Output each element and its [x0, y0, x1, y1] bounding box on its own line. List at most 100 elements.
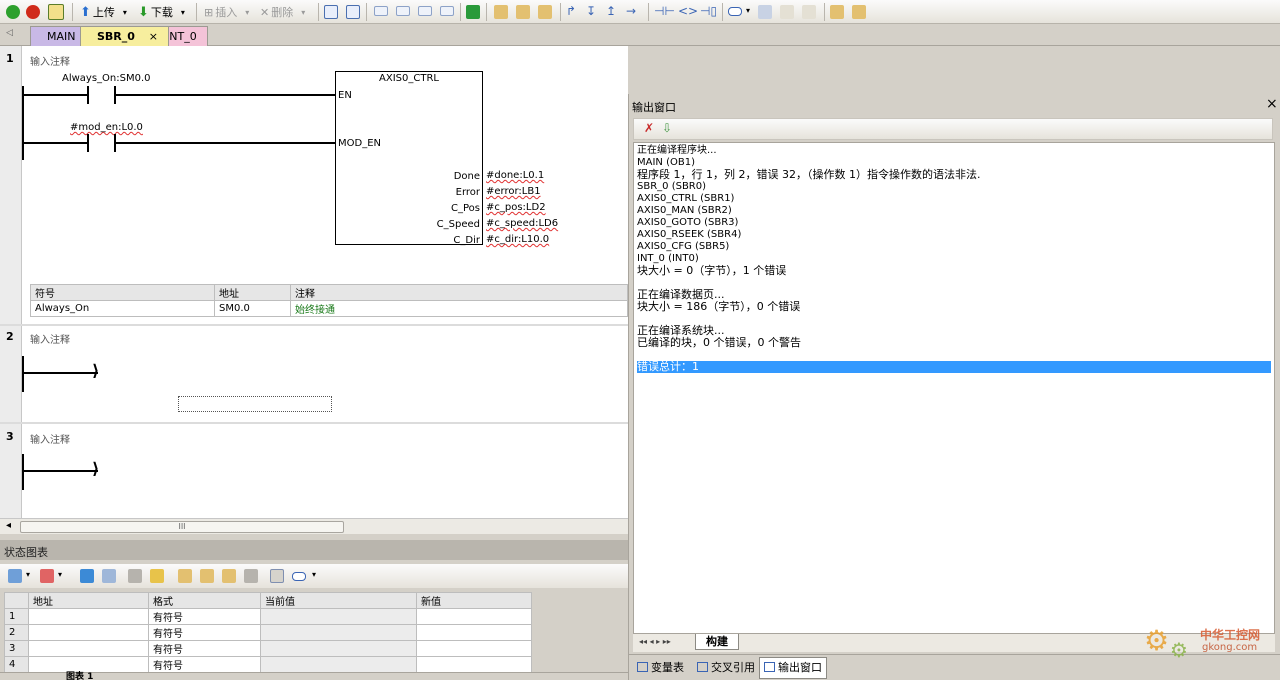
- upload-button[interactable]: ⬆ 上传 ▾: [80, 4, 127, 20]
- force-icon[interactable]: [538, 5, 552, 19]
- chevron-down-icon[interactable]: ▾: [26, 570, 30, 579]
- write-pencil-icon[interactable]: [150, 569, 164, 583]
- unforce-icon[interactable]: [200, 569, 214, 583]
- download-arrow-icon: ⬇: [138, 4, 149, 20]
- tab-build[interactable]: 构建: [695, 634, 739, 650]
- chevron-down-icon[interactable]: ▾: [245, 8, 249, 17]
- network-comment[interactable]: 输入注释: [30, 53, 70, 68]
- output-operand[interactable]: #c_dir:L10.0: [486, 234, 549, 245]
- contact-operand[interactable]: #mod_en:L0.0: [70, 122, 143, 133]
- bookmark-prev-icon[interactable]: [418, 6, 432, 16]
- display-format-icon[interactable]: [292, 572, 306, 581]
- coil-icon[interactable]: <>: [678, 4, 698, 18]
- comment-header: 注释: [290, 284, 628, 301]
- network-comment[interactable]: 输入注释: [30, 331, 70, 346]
- tab-sbr-0[interactable]: SBR_0 ×: [80, 26, 169, 46]
- unlock-icon[interactable]: [516, 5, 530, 19]
- tab-chart-1[interactable]: 图表 1: [66, 672, 93, 680]
- status-chart-bottom-tabs: 图表 1: [0, 672, 628, 680]
- tab-output-window[interactable]: 输出窗口: [759, 657, 827, 679]
- line-right-icon[interactable]: →: [626, 4, 636, 18]
- insert-button[interactable]: ⊞ 插入 ▾: [204, 4, 249, 20]
- output-operand[interactable]: #c_pos:LD2: [486, 202, 546, 213]
- tab-nav-arrows-icon[interactable]: ◂◂ ◂ ▸ ▸▸: [639, 637, 671, 646]
- contact-icon[interactable]: ⊣⊢: [654, 4, 675, 18]
- empty-rung-end-icon: ⟩: [92, 361, 100, 380]
- trend-icon[interactable]: [128, 569, 142, 583]
- unforce-all-icon[interactable]: [222, 569, 236, 583]
- stop-icon[interactable]: [26, 5, 40, 19]
- close-icon[interactable]: ×: [1266, 96, 1278, 112]
- compile-icon[interactable]: [48, 4, 64, 20]
- output-text-area[interactable]: 正在编译程序块... MAIN (OB1) 程序段 1，行 1，列 2，错误 3…: [633, 142, 1275, 634]
- chevron-down-icon[interactable]: ▾: [746, 6, 750, 15]
- selected-line[interactable]: 错误总计：1: [637, 361, 1271, 373]
- download-button[interactable]: ⬇ 下载 ▾: [138, 4, 185, 20]
- function-block[interactable]: AXIS0_CTRL EN MOD_EN Done Error C_Pos C_…: [335, 71, 483, 246]
- new-value-header: 新值: [416, 592, 532, 609]
- edit-symbol-icon[interactable]: [780, 5, 794, 19]
- read-forced-icon[interactable]: [244, 569, 258, 583]
- add-row-icon[interactable]: [8, 569, 22, 583]
- pin-c-pos: C_Pos: [451, 203, 480, 214]
- horizontal-scrollbar[interactable]: ◂ III: [0, 518, 628, 534]
- delete-button[interactable]: ✕ 删除 ▾: [260, 4, 305, 20]
- tab-cross-reference[interactable]: 交叉引用: [693, 659, 759, 677]
- chevron-down-icon[interactable]: ▾: [301, 8, 305, 17]
- pin-mod-en: MOD_EN: [338, 138, 381, 149]
- symbol-table-icon[interactable]: [758, 5, 772, 19]
- tab-scroll-left-icon[interactable]: ◁: [6, 28, 13, 38]
- branch-down-icon[interactable]: ↱: [566, 4, 576, 18]
- clear-output-icon[interactable]: ✗: [644, 121, 654, 135]
- table-row[interactable]: 4 有符号: [4, 656, 532, 673]
- lock-icon[interactable]: [494, 5, 508, 19]
- run-icon[interactable]: [6, 5, 20, 19]
- current-value-header: 当前值: [260, 592, 417, 609]
- chevron-down-icon[interactable]: ▾: [181, 8, 185, 17]
- power-rail: [22, 86, 24, 160]
- selection-cursor[interactable]: [178, 396, 332, 412]
- box-icon[interactable]: ⊣▯: [700, 4, 717, 18]
- contact-left-bar: [87, 134, 89, 152]
- tab-close-icon[interactable]: ×: [149, 30, 158, 43]
- go-to-icon[interactable]: [466, 5, 480, 19]
- pause-monitor-icon[interactable]: [102, 569, 116, 583]
- define-symbol-icon[interactable]: [802, 5, 816, 19]
- tab-variable-table[interactable]: 变量表: [633, 659, 688, 677]
- contact-operand[interactable]: Always_On:SM0.0: [62, 73, 151, 84]
- pou-protect-icon[interactable]: [830, 5, 844, 19]
- pou-export-icon[interactable]: [852, 5, 866, 19]
- table-row[interactable]: Always_On SM0.0 始终接通: [30, 300, 628, 317]
- start-monitor-icon[interactable]: [80, 569, 94, 583]
- error-line[interactable]: 程序段 1，行 1，列 2，错误 32，（操作数 1）指令操作数的语法非法.: [637, 169, 1271, 181]
- chevron-down-icon[interactable]: ▾: [312, 570, 316, 579]
- network-divider: [0, 422, 628, 424]
- bookmark-clear-icon[interactable]: [440, 6, 454, 16]
- site-watermark: ⚙ ⚙ 中华工控网 gkong.com: [1144, 624, 1261, 662]
- table-row[interactable]: 1 有符号: [4, 608, 532, 625]
- scroll-thumb[interactable]: III: [20, 521, 344, 533]
- network-number: 1: [6, 52, 14, 65]
- table-row[interactable]: 3 有符号: [4, 640, 532, 657]
- branch-up-icon[interactable]: ↧: [586, 4, 596, 18]
- copy-output-icon[interactable]: ⇩: [662, 121, 672, 135]
- force-lock-icon[interactable]: [178, 569, 192, 583]
- network-alt-icon[interactable]: [346, 5, 360, 19]
- output-operand[interactable]: #done:L0.1: [486, 170, 544, 181]
- output-operand[interactable]: #c_speed:LD6: [486, 218, 558, 229]
- table-row[interactable]: 2 有符号: [4, 624, 532, 641]
- scroll-left-icon[interactable]: ◂: [6, 520, 11, 531]
- network-icon[interactable]: [324, 5, 338, 19]
- ladder-editor[interactable]: 1 输入注释 Always_On:SM0.0 #mod_en:L0.0 AXIS…: [0, 46, 628, 518]
- bookmark-next-icon[interactable]: [396, 6, 410, 16]
- output-operand[interactable]: #error:LB1: [486, 186, 541, 197]
- tab-main[interactable]: MAIN: [30, 26, 87, 46]
- bookmark-icon[interactable]: [374, 6, 388, 16]
- chevron-down-icon[interactable]: ▾: [58, 570, 62, 579]
- network-comment[interactable]: 输入注释: [30, 431, 70, 446]
- trend-view-icon[interactable]: [270, 569, 284, 583]
- chevron-down-icon[interactable]: ▾: [123, 8, 127, 17]
- delete-row-icon[interactable]: [40, 569, 54, 583]
- line-up-icon[interactable]: ↥: [606, 4, 616, 18]
- symbol-display-icon[interactable]: [728, 7, 742, 16]
